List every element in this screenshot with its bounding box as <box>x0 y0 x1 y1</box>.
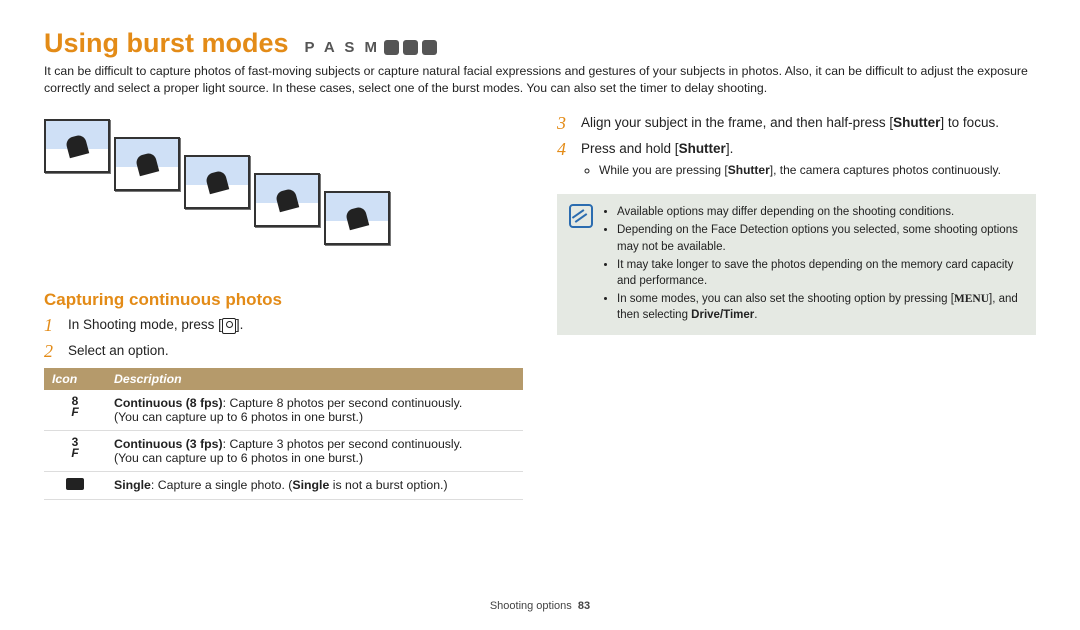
note-box: Available options may differ depending o… <box>557 194 1036 335</box>
continuous3-icon: 3F <box>71 437 78 459</box>
continuous8-icon: 8F <box>71 396 78 418</box>
page-title: Using burst modes <box>44 28 289 59</box>
step-1: 1 In Shooting mode, press []. <box>44 316 523 336</box>
note-item: Depending on the Face Detection options … <box>617 222 1024 254</box>
table-row: Single: Capture a single photo. (Single … <box>44 471 523 499</box>
step-4: 4 Press and hold [Shutter]. While you ar… <box>557 140 1036 188</box>
mode-icon <box>384 40 399 55</box>
step-3: 3 Align your subject in the frame, and t… <box>557 114 1036 134</box>
step-2: 2 Select an option. <box>44 342 523 362</box>
col-icon: Icon <box>44 368 106 390</box>
section-subhead: Capturing continuous photos <box>44 290 523 310</box>
example-sequence <box>44 119 523 173</box>
note-item: Available options may differ depending o… <box>617 204 1024 220</box>
drive-button-icon <box>222 318 236 334</box>
table-row: 3F Continuous (3 fps): Capture 3 photos … <box>44 430 523 471</box>
mode-icon <box>422 40 437 55</box>
note-icon <box>569 204 593 228</box>
mode-indicator: P A S M <box>305 39 437 56</box>
note-item: In some modes, you can also set the shoo… <box>617 291 1024 323</box>
page-footer: Shooting options 83 <box>0 600 1080 612</box>
note-item: It may take longer to save the photos de… <box>617 257 1024 289</box>
intro-paragraph: It can be difficult to capture photos of… <box>44 63 1036 96</box>
options-table: Icon Description 8F Continuous (8 fps): … <box>44 368 523 500</box>
col-description: Description <box>106 368 523 390</box>
table-row: 8F Continuous (8 fps): Capture 8 photos … <box>44 390 523 431</box>
single-shot-icon <box>66 478 84 490</box>
mode-icon <box>403 40 418 55</box>
